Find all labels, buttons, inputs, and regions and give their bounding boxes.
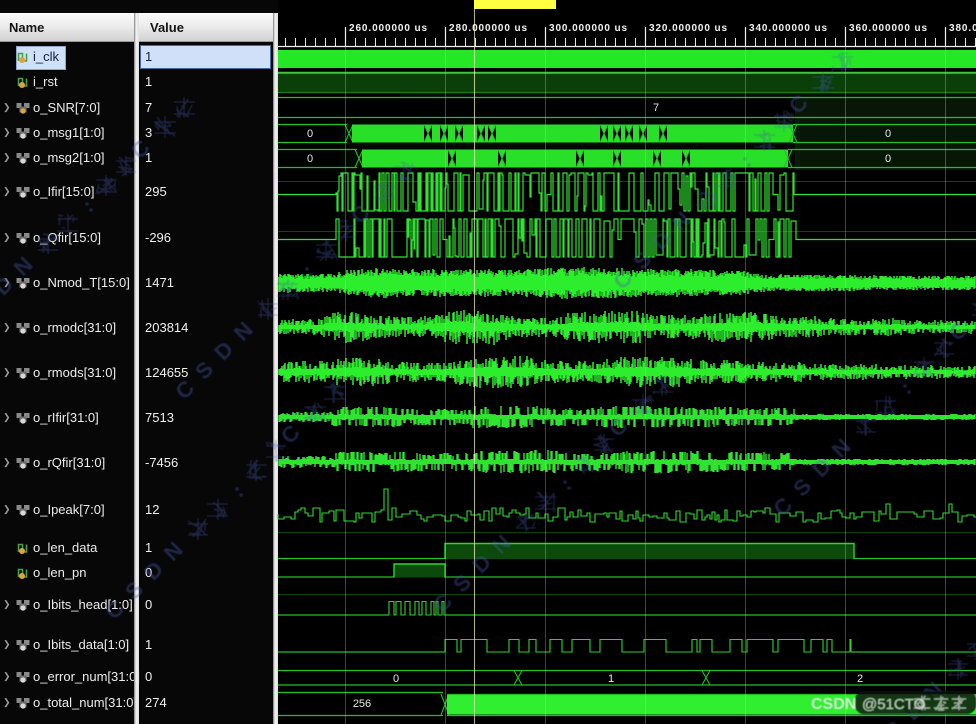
svg-text:D: D — [807, 453, 836, 482]
svg-text:C: C — [428, 588, 457, 617]
svg-text:C: C — [170, 375, 199, 404]
svg-text:N: N — [9, 252, 38, 281]
svg-text:S: S — [190, 356, 218, 384]
svg-text:N: N — [667, 207, 696, 236]
svg-text:S: S — [788, 473, 816, 501]
svg-text:S: S — [120, 576, 148, 604]
svg-text:C: C — [608, 265, 637, 294]
svg-text:D: D — [647, 226, 676, 255]
svg-text:C: C — [768, 492, 797, 521]
svg-text:D: D — [0, 271, 18, 300]
svg-text:D: D — [467, 549, 496, 578]
svg-text:N: N — [487, 530, 516, 559]
svg-text:CSDN: CSDN — [811, 696, 856, 713]
svg-text:C: C — [100, 595, 129, 624]
svg-text:D: D — [209, 336, 238, 365]
svg-text:C: C — [604, 413, 633, 442]
svg-text:C: C — [784, 90, 813, 119]
svg-text:N: N — [229, 317, 258, 346]
svg-text:D: D — [139, 556, 168, 585]
svg-text:C: C — [346, 200, 375, 229]
svg-text:N: N — [827, 434, 856, 463]
svg-text:S: S — [880, 716, 908, 724]
svg-text:N: N — [159, 537, 188, 566]
svg-text:S: S — [448, 569, 476, 597]
svg-text:C: C — [276, 420, 305, 449]
svg-text:S: S — [628, 246, 656, 274]
svg-text:C: C — [944, 317, 973, 346]
svg-text:C: C — [126, 135, 155, 164]
